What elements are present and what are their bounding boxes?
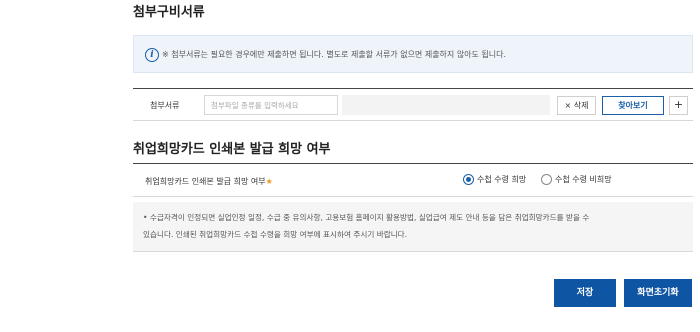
add-attachment-button[interactable]: +: [669, 96, 688, 115]
attachment-type-input[interactable]: [204, 95, 338, 115]
attachments-section-title: 첨부구비서류: [133, 5, 205, 20]
radio-card-not-wanted-label: 수첩 수령 비희망: [555, 175, 612, 184]
attachment-label: 첨부서류: [150, 101, 180, 110]
info-icon: i: [145, 48, 159, 62]
browse-button[interactable]: 찾아보기: [602, 96, 664, 115]
card-section-title: 취업희망카드 인쇄본 발급 희망 여부: [133, 142, 331, 157]
radio-unchecked-icon[interactable]: [541, 174, 552, 185]
radio-card-wanted[interactable]: 수첩 수령 희망: [463, 174, 526, 185]
card-print-label: 취업희망카드 인쇄본 발급 희망 여부★: [145, 176, 273, 187]
radio-card-wanted-label: 수첩 수령 희망: [477, 175, 527, 184]
card-print-row: 취업희망카드 인쇄본 발급 희망 여부★ 수첩 수령 희망 수첩 수령 비희망: [133, 163, 693, 197]
attachments-notice: i ※ 첨부서류는 필요한 경우에만 제출하면 됩니다. 별도로 제출할 서류가…: [133, 35, 693, 73]
required-mark: ★: [265, 177, 273, 186]
attachment-row: 첨부서류 × 삭제 찾아보기 +: [133, 88, 693, 121]
card-note-line1: • 수급자격이 인정되면 실업인정 일정, 수급 중 유의사항, 고용보험 홈페…: [143, 213, 590, 222]
card-note: • 수급자격이 인정되면 실업인정 일정, 수급 중 유의사항, 고용보험 홈페…: [133, 202, 693, 252]
attachment-file-field[interactable]: [342, 95, 550, 115]
card-print-label-text: 취업희망카드 인쇄본 발급 희망 여부: [145, 177, 266, 186]
reset-button[interactable]: 화면초기화: [624, 279, 692, 307]
radio-checked-icon[interactable]: [463, 174, 474, 185]
notice-text: ※ 첨부서류는 필요한 경우에만 제출하면 됩니다. 별도로 제출할 서류가 없…: [162, 50, 507, 59]
save-button[interactable]: 저장: [554, 279, 616, 307]
radio-card-not-wanted[interactable]: 수첩 수령 비희망: [541, 174, 612, 185]
card-note-line2: 있습니다. 인쇄된 취업희망카드 수첩 수령을 희망 여부에 표시하여 주시기 …: [143, 230, 408, 239]
delete-button[interactable]: × 삭제: [557, 96, 596, 115]
